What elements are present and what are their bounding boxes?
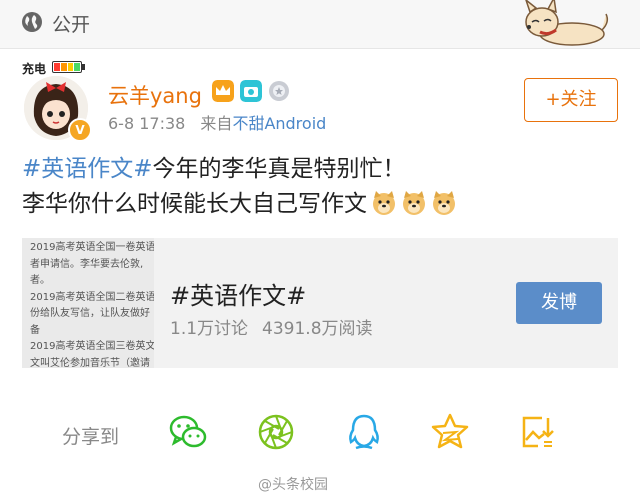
thumbnail-line: 备 bbox=[30, 324, 40, 336]
crown-badge-icon[interactable] bbox=[212, 80, 234, 102]
thumbnail-line: 2019高考英语全国二卷英语 bbox=[30, 291, 154, 303]
battery-segment bbox=[67, 63, 74, 71]
follow-button[interactable]: +关注 bbox=[524, 78, 618, 122]
doge-emoji bbox=[403, 191, 425, 215]
post-meta: 6-8 17:38 来自不甜Android bbox=[108, 110, 326, 134]
topic-thumbnail: 2019高考英语全国一卷英语 者申请信。李华要去伦敦, 者。 2019高考英语全… bbox=[22, 238, 154, 368]
topic-discussions: 1.1万讨论 bbox=[170, 319, 249, 339]
thumbnail-line: 份给队友写信，让队友做好 bbox=[30, 308, 150, 319]
thumbnail-line: 者。 bbox=[30, 275, 50, 286]
share-label: 分享到 bbox=[62, 426, 120, 448]
camera-badge-icon[interactable] bbox=[240, 80, 262, 102]
thumbnail-line: 2019高考英语全国一卷英语 bbox=[30, 242, 154, 253]
charge-label: 充电 bbox=[22, 62, 47, 76]
thumbnail-line: 2019高考英语全国三卷英文 bbox=[30, 341, 154, 352]
medal-badge-icon[interactable] bbox=[268, 80, 290, 102]
doge-emoji bbox=[433, 191, 455, 215]
topic-title[interactable]: #英语作文# bbox=[170, 276, 306, 311]
top-bar: 公开 bbox=[0, 0, 640, 49]
post-source[interactable]: 不甜Android bbox=[232, 114, 326, 133]
globe-icon bbox=[22, 12, 42, 32]
shiba-dog-sticker bbox=[525, 0, 609, 46]
author-badges bbox=[212, 80, 290, 102]
thumbnail-line: 者申请信。李华要去伦敦, bbox=[30, 258, 144, 270]
post-text: #英语作文#今年的李华真是特别忙！ 李华你什么时候能长大自己写作文 bbox=[22, 152, 622, 222]
battery-cap bbox=[82, 64, 85, 70]
qzone-icon[interactable] bbox=[430, 412, 470, 452]
screenshot-share-icon[interactable] bbox=[518, 412, 558, 452]
battery-segment bbox=[74, 63, 80, 71]
moments-icon[interactable] bbox=[256, 412, 296, 452]
author-name[interactable]: 云羊yang bbox=[108, 80, 202, 110]
wechat-icon[interactable] bbox=[168, 412, 208, 452]
source-prefix: 来自 bbox=[200, 114, 233, 133]
battery-segment bbox=[54, 63, 60, 71]
verified-v-icon: V bbox=[68, 118, 92, 142]
watermark: @头条校园 bbox=[258, 477, 328, 493]
topic-stats: 1.1万讨论 4391.8万阅读 bbox=[170, 314, 373, 339]
battery-icon bbox=[52, 61, 82, 73]
post-hashtag[interactable]: #英语作文# bbox=[22, 156, 153, 182]
qq-icon[interactable] bbox=[344, 412, 384, 452]
thumbnail-line: 文叫艾伦参加音乐节（邀请 bbox=[30, 357, 150, 369]
battery-segment bbox=[60, 63, 67, 71]
visibility-label[interactable]: 公开 bbox=[52, 10, 90, 37]
post-date: 6-8 17:38 bbox=[108, 114, 186, 133]
topic-reads: 4391.8万阅读 bbox=[262, 319, 373, 339]
post-to-topic-button[interactable]: 发博 bbox=[516, 282, 602, 324]
doge-emoji bbox=[373, 191, 395, 215]
post-line2: 李华你什么时候能长大自己写作文 bbox=[22, 191, 367, 217]
post-line1: 今年的李华真是特别忙！ bbox=[152, 156, 406, 182]
